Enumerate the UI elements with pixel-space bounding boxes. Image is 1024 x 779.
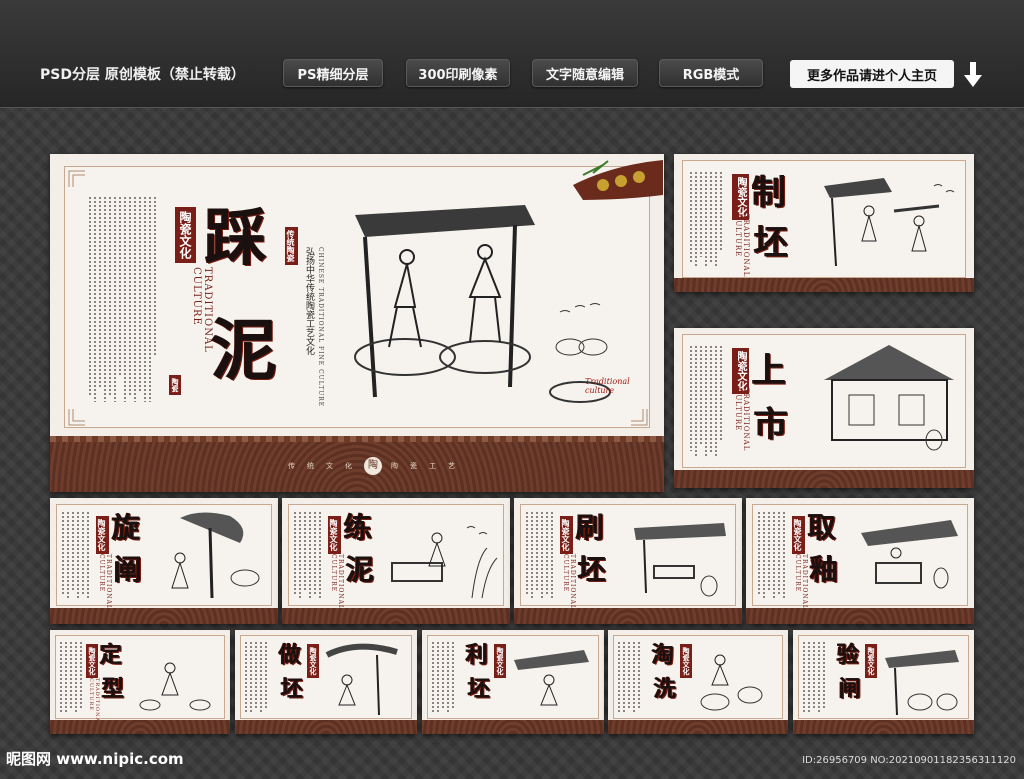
- inspection-illustration: [885, 650, 959, 716]
- side-panel-shangshi: 陶瓷文化 TRADITIONAL CULTURE 上 市: [674, 328, 974, 488]
- shaping-illustration: [139, 662, 211, 711]
- main-panel-tani: 陶瓷文化 TRADITIONAL CULTURE 踩 泥 传统陶瓷 弘扬中华传统…: [50, 154, 664, 492]
- personal-home-button[interactable]: 更多作品请进个人主页: [790, 60, 954, 88]
- site-watermark: 昵图网 www.nipic.com: [6, 750, 184, 768]
- tag-print-pixels[interactable]: 300印刷像素: [406, 59, 510, 87]
- title-char-2: 型: [102, 676, 125, 702]
- badge: 陶瓷文化: [96, 516, 109, 554]
- forming-illustration: [325, 643, 398, 716]
- body-text-columns: [89, 197, 156, 407]
- title-char-1: 利: [466, 642, 489, 668]
- subtitle-cn: 弘扬中华传统陶瓷工艺文化: [304, 247, 314, 355]
- glazing-illustration: [861, 520, 958, 589]
- english-vertical-text: TRADITIONAL CULTURE: [191, 267, 213, 353]
- roof-eave-decor: [573, 160, 663, 200]
- side-title-char-2: 市: [754, 405, 788, 445]
- throwing-wheel-illustration: [171, 512, 260, 599]
- row2-panel-1: 陶瓷文化 TRADITIONAL CULTURE 旋 阐: [50, 498, 278, 624]
- title-char-2: 坯: [468, 676, 491, 702]
- title-char-1: 淘: [652, 642, 675, 668]
- side-title-char-1: 制: [752, 173, 786, 213]
- trimming-illustration: [514, 650, 589, 706]
- side-title-char-2: 坯: [754, 223, 788, 263]
- kneading-clay-illustration: [391, 526, 498, 599]
- side-title-char-1: 上: [752, 351, 786, 391]
- washing-illustration: [700, 654, 763, 711]
- title-char-2: 坯: [281, 676, 304, 702]
- title-char-1: 踩: [205, 201, 268, 274]
- subtitle-en: CHINESE TRADITIONAL FINE CULTURE: [317, 247, 324, 408]
- title-char-1: 取: [808, 511, 837, 544]
- badge: 陶瓷文化: [560, 516, 573, 554]
- title-char-1: 练: [344, 511, 373, 544]
- row3-panel-4: 淘 洗 陶瓷文化: [608, 630, 788, 734]
- footer-text: 传 统 文 化 陶 陶 瓷 工 艺: [288, 457, 458, 475]
- title-char-2: 闸: [839, 676, 862, 702]
- title-char-2: 泥: [211, 311, 277, 389]
- row3-panel-1: 陶瓷文化 TRADITIONAL CULTURE 定 型: [50, 630, 230, 734]
- title-char-2: 泥: [346, 553, 375, 586]
- image-id: ID:26956709 NO:20210901182356311120: [802, 755, 1016, 766]
- title-char-2: 洗: [654, 676, 677, 702]
- row2-panel-4: 陶瓷文化 TRADITIONAL CULTURE 取 釉: [746, 498, 974, 624]
- culture-badge: 陶瓷文化: [175, 207, 196, 263]
- row2-panel-2: 陶瓷文化 TRADITIONAL CULTURE 练 泥: [282, 498, 510, 624]
- caption-english: Traditional culture: [585, 377, 630, 395]
- badge: 陶瓷文化: [328, 516, 341, 554]
- title-char-1: 定: [100, 642, 123, 668]
- brushing-blanks-illustration: [634, 523, 726, 597]
- footer-seal: 陶: [364, 457, 382, 475]
- title-char-2: 釉: [810, 553, 839, 586]
- tag-rgb-mode[interactable]: RGB模式: [659, 59, 763, 87]
- badge: 陶瓷文化: [792, 516, 805, 554]
- title-char-1: 旋: [112, 511, 141, 544]
- title-char-1: 验: [837, 642, 860, 668]
- title-char-1: 做: [279, 642, 302, 668]
- title-char-2: 阐: [114, 553, 143, 586]
- header-title: PSD分层 原创模板（禁止转载）: [40, 67, 245, 83]
- tag-editable-text[interactable]: 文字随意编辑: [532, 59, 638, 87]
- badge: 陶瓷文化: [86, 644, 98, 678]
- market-illustration: [824, 345, 954, 451]
- row3-panel-2: 做 坯 陶瓷文化: [235, 630, 417, 734]
- down-arrow-icon[interactable]: [962, 62, 984, 88]
- tag-ps-layers[interactable]: PS精细分层: [283, 59, 383, 87]
- main-panel-frame: 陶瓷文化 TRADITIONAL CULTURE 踩 泥 传统陶瓷 弘扬中华传统…: [64, 160, 663, 428]
- header-bar: PSD分层 原创模板（禁止转载） PS精细分层 300印刷像素 文字随意编辑 R…: [0, 0, 1024, 108]
- making-blanks-illustration: [824, 178, 955, 267]
- title-char-1: 刷: [576, 511, 605, 544]
- small-seal: 传统陶瓷: [285, 227, 298, 265]
- side-panel-zhipi: 陶瓷文化 TRADITIONAL CULTURE 制 坯: [674, 154, 974, 292]
- stamp-seal: 陶瓷: [169, 375, 181, 395]
- row3-panel-3: 利 坯 陶瓷文化: [422, 630, 604, 734]
- row2-panel-3: 陶瓷文化 TRADITIONAL CULTURE 刷 坯: [514, 498, 742, 624]
- row3-panel-5: 验 闸 陶瓷文化: [793, 630, 974, 734]
- title-char-2: 坯: [578, 553, 607, 586]
